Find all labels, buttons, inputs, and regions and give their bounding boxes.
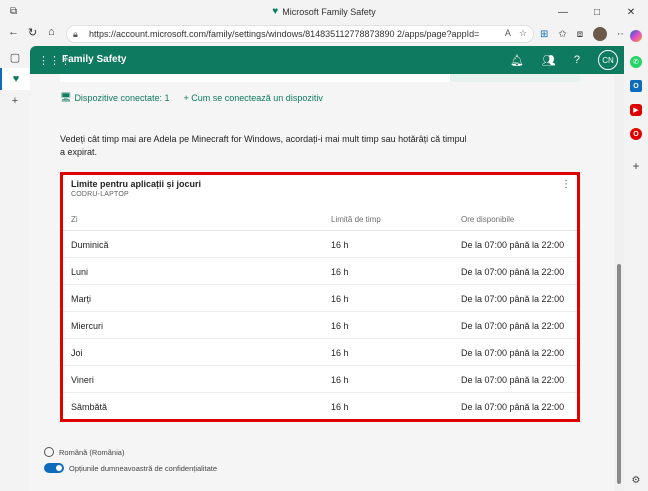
window-title-text: Microsoft Family Safety (282, 6, 376, 17)
whatsapp-icon[interactable]: ✆ (624, 50, 648, 74)
globe-icon (44, 447, 54, 457)
table-header: Zi Limită de timp Ore disponibile (63, 211, 577, 231)
home-icon[interactable]: ⌂ (48, 26, 55, 38)
scroll-thumb[interactable] (617, 264, 621, 484)
outlook-icon[interactable]: O (624, 74, 648, 98)
devices-row: 🖥︎ Dispozitive conectate: 1 + Cum se con… (60, 92, 323, 103)
header-actions: 🔔︎ 👥︎ ? CN (510, 50, 618, 70)
row-day: Sâmbătă (71, 402, 108, 412)
previous-card-accent (450, 74, 580, 82)
close-button[interactable]: ✕ (614, 0, 648, 24)
profile-avatar[interactable] (593, 27, 608, 41)
family-safety-heart-icon: ♥ (272, 6, 279, 17)
back-arrow-icon[interactable]: ← (8, 26, 19, 38)
card-more-icon[interactable]: ⋮ (561, 179, 571, 190)
edge-sidebar: ⌕ ✆ O ▶ O + ⚙ (624, 24, 648, 491)
address-bar-row: ← ↻ ⌂ 🔒︎ https://account.microsoft.com/f… (0, 24, 648, 46)
family-safety-header: ⋮⋮⋮ Family Safety 🔔︎ 👥︎ ? CN (30, 46, 624, 74)
table-row[interactable]: Sâmbătă 16 h De la 07:00 până la 22:00 (63, 393, 577, 420)
extension-icon[interactable]: ⊞ (540, 29, 548, 40)
row-hours: De la 07:00 până la 22:00 (461, 375, 565, 385)
previous-card-bottom (60, 74, 580, 82)
devices-icon: 🖥︎ (60, 92, 72, 102)
row-hours: De la 07:00 până la 22:00 (461, 240, 565, 250)
time-description: Vedeți cât timp mai are Adela pe Minecra… (60, 134, 467, 157)
privacy-choices-link[interactable]: Opțiunile dumneavoastră de confidențiali… (44, 460, 217, 476)
copilot-icon[interactable] (624, 24, 648, 48)
table-row[interactable]: Luni 16 h De la 07:00 până la 22:00 (63, 258, 577, 285)
row-limit: 16 h (331, 321, 349, 331)
row-hours: De la 07:00 până la 22:00 (461, 294, 565, 304)
url-field[interactable]: 🔒︎ https://account.microsoft.com/family/… (66, 25, 534, 43)
page-content: 🖥︎ Dispozitive conectate: 1 + Cum se con… (30, 74, 614, 491)
tab-family-safety[interactable]: ♥ (0, 68, 30, 90)
row-hours: De la 07:00 până la 22:00 (461, 267, 565, 277)
collections-icon[interactable]: ⧈ (577, 29, 583, 40)
connected-devices-label: Dispozitive conectate: 1 (74, 92, 170, 103)
page-viewport: ⋮⋮⋮ Family Safety 🔔︎ 👥︎ ? CN 🖥︎ Dispozit… (30, 46, 624, 491)
favorite-star-icon[interactable]: ☆ (519, 28, 527, 39)
table-row[interactable]: Joi 16 h De la 07:00 până la 22:00 (63, 339, 577, 366)
row-day: Vineri (71, 375, 94, 385)
page-scrollbar[interactable] (614, 74, 624, 491)
row-day: Luni (71, 267, 89, 277)
privacy-label: Opțiunile dumneavoastră de confidențiali… (69, 463, 218, 473)
row-limit: 16 h (331, 267, 349, 277)
row-day: Joi (71, 348, 83, 358)
row-limit: 16 h (331, 240, 349, 250)
page-footer: Română (România) Opțiunile dumneavoastră… (44, 444, 217, 476)
lock-icon[interactable]: 🔒︎ (73, 29, 78, 40)
column-day: Zi (71, 215, 78, 224)
how-to-connect-link[interactable]: + Cum se conectează un dispozitiv (184, 92, 323, 103)
family-members-icon[interactable]: 👥︎ (542, 54, 556, 67)
new-tab-icon[interactable]: + (0, 90, 30, 112)
device-name: CODRU-LAPTOP (71, 191, 129, 198)
row-limit: 16 h (331, 294, 349, 304)
row-hours: De la 07:00 până la 22:00 (461, 402, 565, 412)
refresh-icon[interactable]: ↻ (28, 26, 37, 39)
connected-devices-link[interactable]: 🖥︎ Dispozitive conectate: 1 (60, 92, 170, 103)
row-hours: De la 07:00 până la 22:00 (461, 321, 565, 331)
column-time-limit: Limită de timp (331, 215, 381, 224)
language-selector[interactable]: Română (România) (44, 444, 217, 460)
row-day: Miercuri (71, 321, 104, 331)
minimize-button[interactable]: — (546, 0, 580, 24)
row-day: Duminică (71, 240, 109, 250)
favorites-icon[interactable]: ✩ (558, 29, 566, 40)
sidebar-settings-icon[interactable]: ⚙ (624, 468, 648, 491)
privacy-toggle-icon (44, 463, 64, 473)
row-day: Marți (71, 294, 91, 304)
window-titlebar: ⧉ ♥ Microsoft Family Safety — □ ✕ (0, 0, 648, 24)
app-limits-card: Limite pentru aplicații și jocuri CODRU-… (60, 172, 580, 422)
app-title[interactable]: Family Safety (62, 54, 126, 65)
tab-actions-icon[interactable]: ▢ (0, 46, 30, 68)
row-hours: De la 07:00 până la 22:00 (461, 348, 565, 358)
language-label: Română (România) (59, 447, 125, 457)
table-row[interactable]: Marți 16 h De la 07:00 până la 22:00 (63, 285, 577, 312)
url-text[interactable]: https://account.microsoft.com/family/set… (89, 29, 479, 39)
help-icon[interactable]: ? (574, 54, 580, 66)
row-limit: 16 h (331, 348, 349, 358)
maximize-button[interactable]: □ (580, 0, 614, 24)
card-title: Limite pentru aplicații și jocuri (71, 179, 202, 189)
family-safety-tab-icon: ♥ (12, 73, 20, 85)
read-aloud-icon[interactable]: A (505, 28, 511, 39)
youtube-icon[interactable]: ▶ (624, 98, 648, 122)
table-row[interactable]: Miercuri 16 h De la 07:00 până la 22:00 (63, 312, 577, 339)
vertical-tab-strip: ▢ ♥ + (0, 46, 30, 491)
url-field-icons: A ☆ (505, 28, 527, 39)
column-available-hours: Ore disponibile (461, 215, 515, 224)
toolbar-right: ⊞ ✩ ⧈ ⋯ (540, 27, 627, 41)
notifications-bell-icon[interactable]: 🔔︎ (510, 54, 524, 67)
table-row[interactable]: Duminică 16 h De la 07:00 până la 22:00 (63, 231, 577, 258)
window-controls: — □ ✕ (546, 0, 648, 24)
account-avatar[interactable]: CN (598, 50, 618, 70)
table-row[interactable]: Vineri 16 h De la 07:00 până la 22:00 (63, 366, 577, 393)
opera-icon[interactable]: O (624, 122, 648, 146)
add-sidebar-app-icon[interactable]: + (624, 154, 648, 178)
row-limit: 16 h (331, 402, 349, 412)
row-limit: 16 h (331, 375, 349, 385)
